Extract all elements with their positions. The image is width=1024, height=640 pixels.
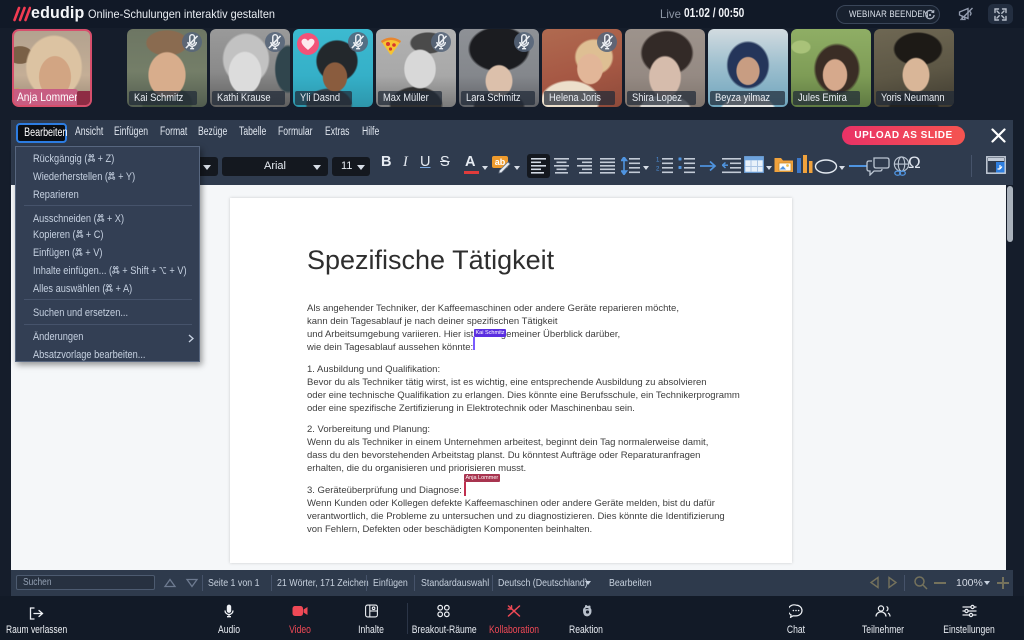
svg-text:2.: 2. [656, 167, 661, 173]
svg-text:1.: 1. [656, 158, 661, 164]
